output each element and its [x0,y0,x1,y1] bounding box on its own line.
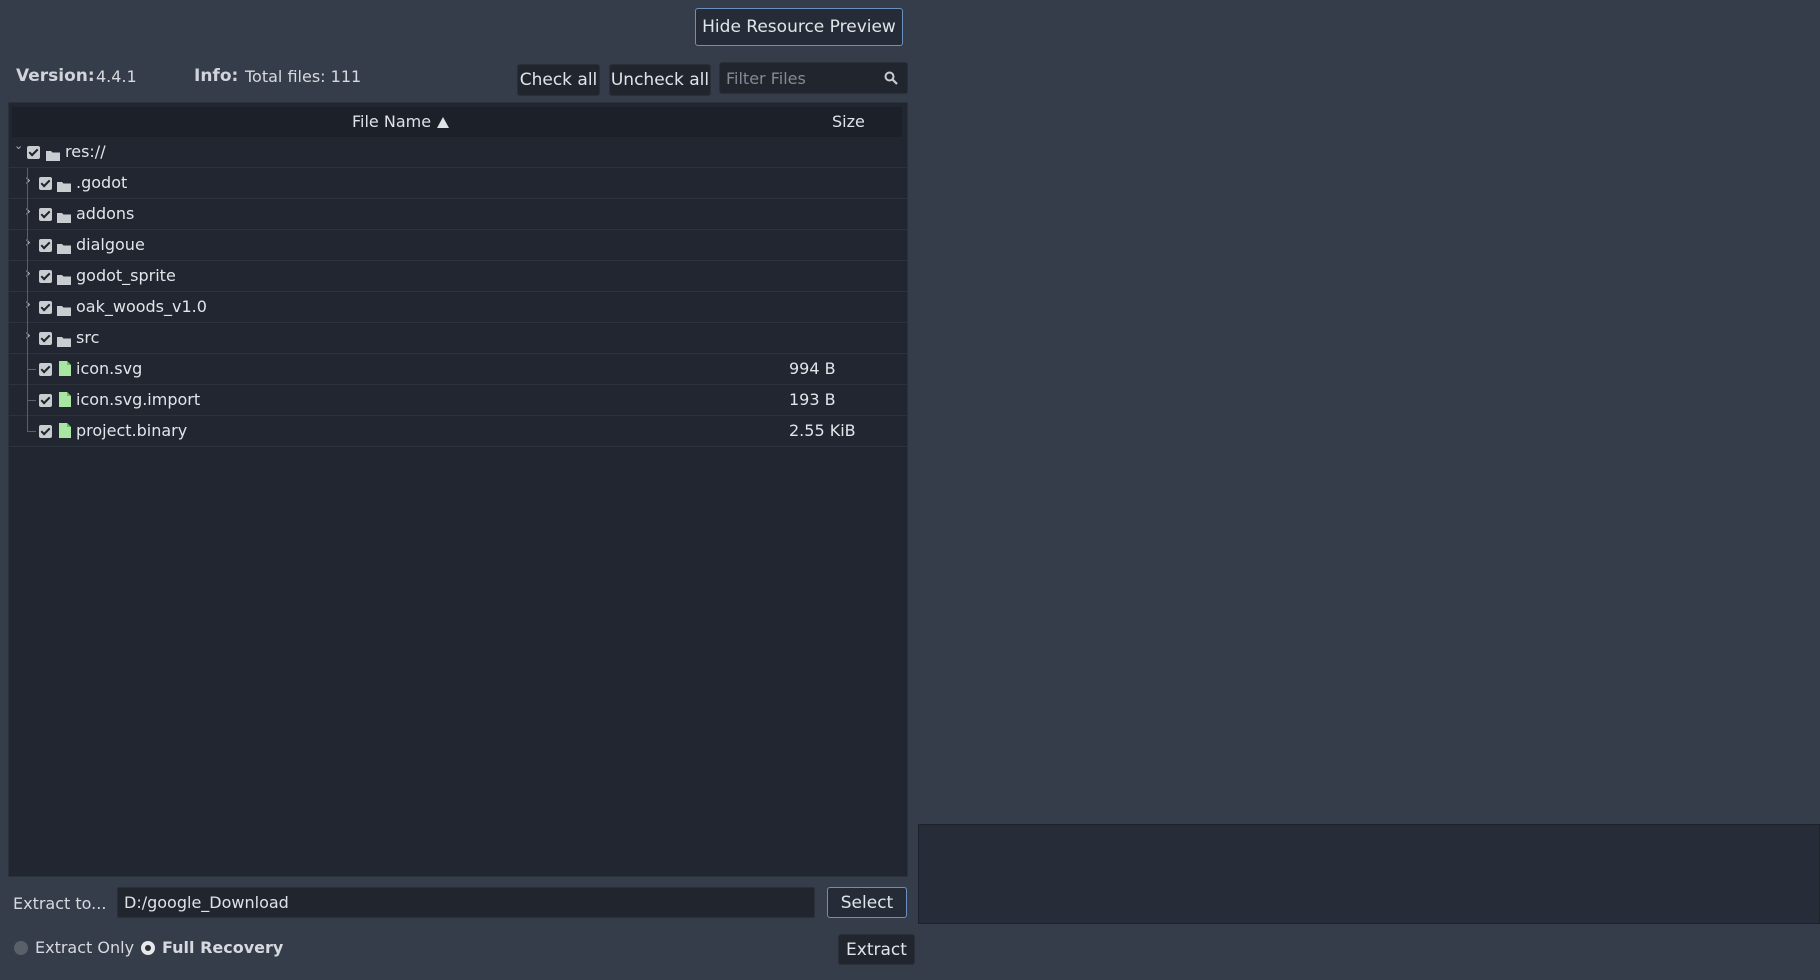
item-checkbox[interactable] [39,208,52,221]
tree-row-godot-sprite[interactable]: › godot_sprite [9,261,907,292]
radio-on-icon [141,940,155,955]
item-checkbox[interactable] [39,394,52,407]
extract-path-input[interactable]: D:/google_Download [117,887,815,918]
extract-only-radio[interactable]: Extract Only [14,938,134,957]
tree-row-addons[interactable]: › addons [9,199,907,230]
chevron-right-icon[interactable]: › [25,233,31,251]
extract-to-label: Extract to... [13,894,107,913]
item-size: 2.55 KiB [789,421,856,440]
tree-guide-line [27,168,28,432]
tree-row-root[interactable]: ⌄ res:// [9,137,907,168]
item-checkbox[interactable] [39,363,52,376]
extract-only-label: Extract Only [35,938,135,957]
info-value: Total files: 111 [245,67,362,86]
chevron-down-icon[interactable]: ⌄ [14,139,23,152]
hide-resource-preview-button[interactable]: Hide Resource Preview [695,8,903,46]
tree-connector [27,369,36,370]
item-label: icon.svg [76,359,143,378]
file-icon [59,392,71,407]
item-label: project.binary [76,421,188,440]
chevron-right-icon[interactable]: › [25,326,31,344]
file-tree[interactable]: File Name Size ⌄ res:// › .godot › addons › dia… [8,102,908,877]
column-size[interactable]: Size [832,112,865,131]
tree-connector [27,431,36,432]
item-checkbox[interactable] [39,239,52,252]
folder-icon [57,177,71,192]
item-checkbox[interactable] [39,332,52,345]
tree-row-icon-svg-import[interactable]: icon.svg.import 193 B [9,385,907,416]
tree-row-icon-svg[interactable]: icon.svg 994 B [9,354,907,385]
chevron-right-icon[interactable]: › [25,171,31,189]
item-label: dialgoue [76,235,145,254]
chevron-right-icon[interactable]: › [25,202,31,220]
item-label: addons [76,204,135,223]
folder-icon [46,146,60,161]
folder-icon [57,301,71,316]
filter-files-field[interactable] [719,62,908,94]
uncheck-all-button[interactable]: Uncheck all [609,64,711,96]
tree-connector [27,400,36,401]
file-icon [59,423,71,438]
version-label: Version: [16,66,95,86]
resource-preview-panel [918,824,1820,924]
filter-files-input[interactable] [720,63,880,93]
root-label: res:// [65,142,106,161]
column-file-name[interactable]: File Name [352,112,450,131]
item-checkbox[interactable] [39,177,52,190]
item-size: 994 B [789,359,836,378]
tree-row-dialgoue[interactable]: › dialgoue [9,230,907,261]
file-icon [59,361,71,376]
tree-row-oak-woods-v1-0[interactable]: › oak_woods_v1.0 [9,292,907,323]
tree-row-src[interactable]: › src [9,323,907,354]
item-label: oak_woods_v1.0 [76,297,207,316]
info-label: Info: [194,66,239,86]
item-label: .godot [76,173,128,192]
item-checkbox[interactable] [39,270,52,283]
extract-button[interactable]: Extract [838,934,915,965]
check-all-button[interactable]: Check all [517,64,600,96]
sort-ascending-icon [437,117,450,128]
item-size: 193 B [789,390,836,409]
item-checkbox[interactable] [39,301,52,314]
select-button[interactable]: Select [827,887,907,918]
radio-off-icon [14,940,28,955]
tree-header: File Name Size [12,107,902,137]
chevron-right-icon[interactable]: › [25,264,31,282]
folder-icon [57,208,71,223]
folder-icon [57,332,71,347]
item-label: godot_sprite [76,266,176,285]
search-icon [884,71,898,85]
folder-icon [57,239,71,254]
full-recovery-radio[interactable]: Full Recovery [141,938,283,957]
item-checkbox[interactable] [39,425,52,438]
root-checkbox[interactable] [27,146,40,159]
version-value: 4.4.1 [96,67,137,86]
folder-icon [57,270,71,285]
item-label: icon.svg.import [76,390,201,409]
item-label: src [76,328,100,347]
tree-row-project-binary[interactable]: project.binary 2.55 KiB [9,416,907,447]
full-recovery-label: Full Recovery [162,938,284,957]
tree-row-godot[interactable]: › .godot [9,168,907,199]
chevron-right-icon[interactable]: › [25,295,31,313]
